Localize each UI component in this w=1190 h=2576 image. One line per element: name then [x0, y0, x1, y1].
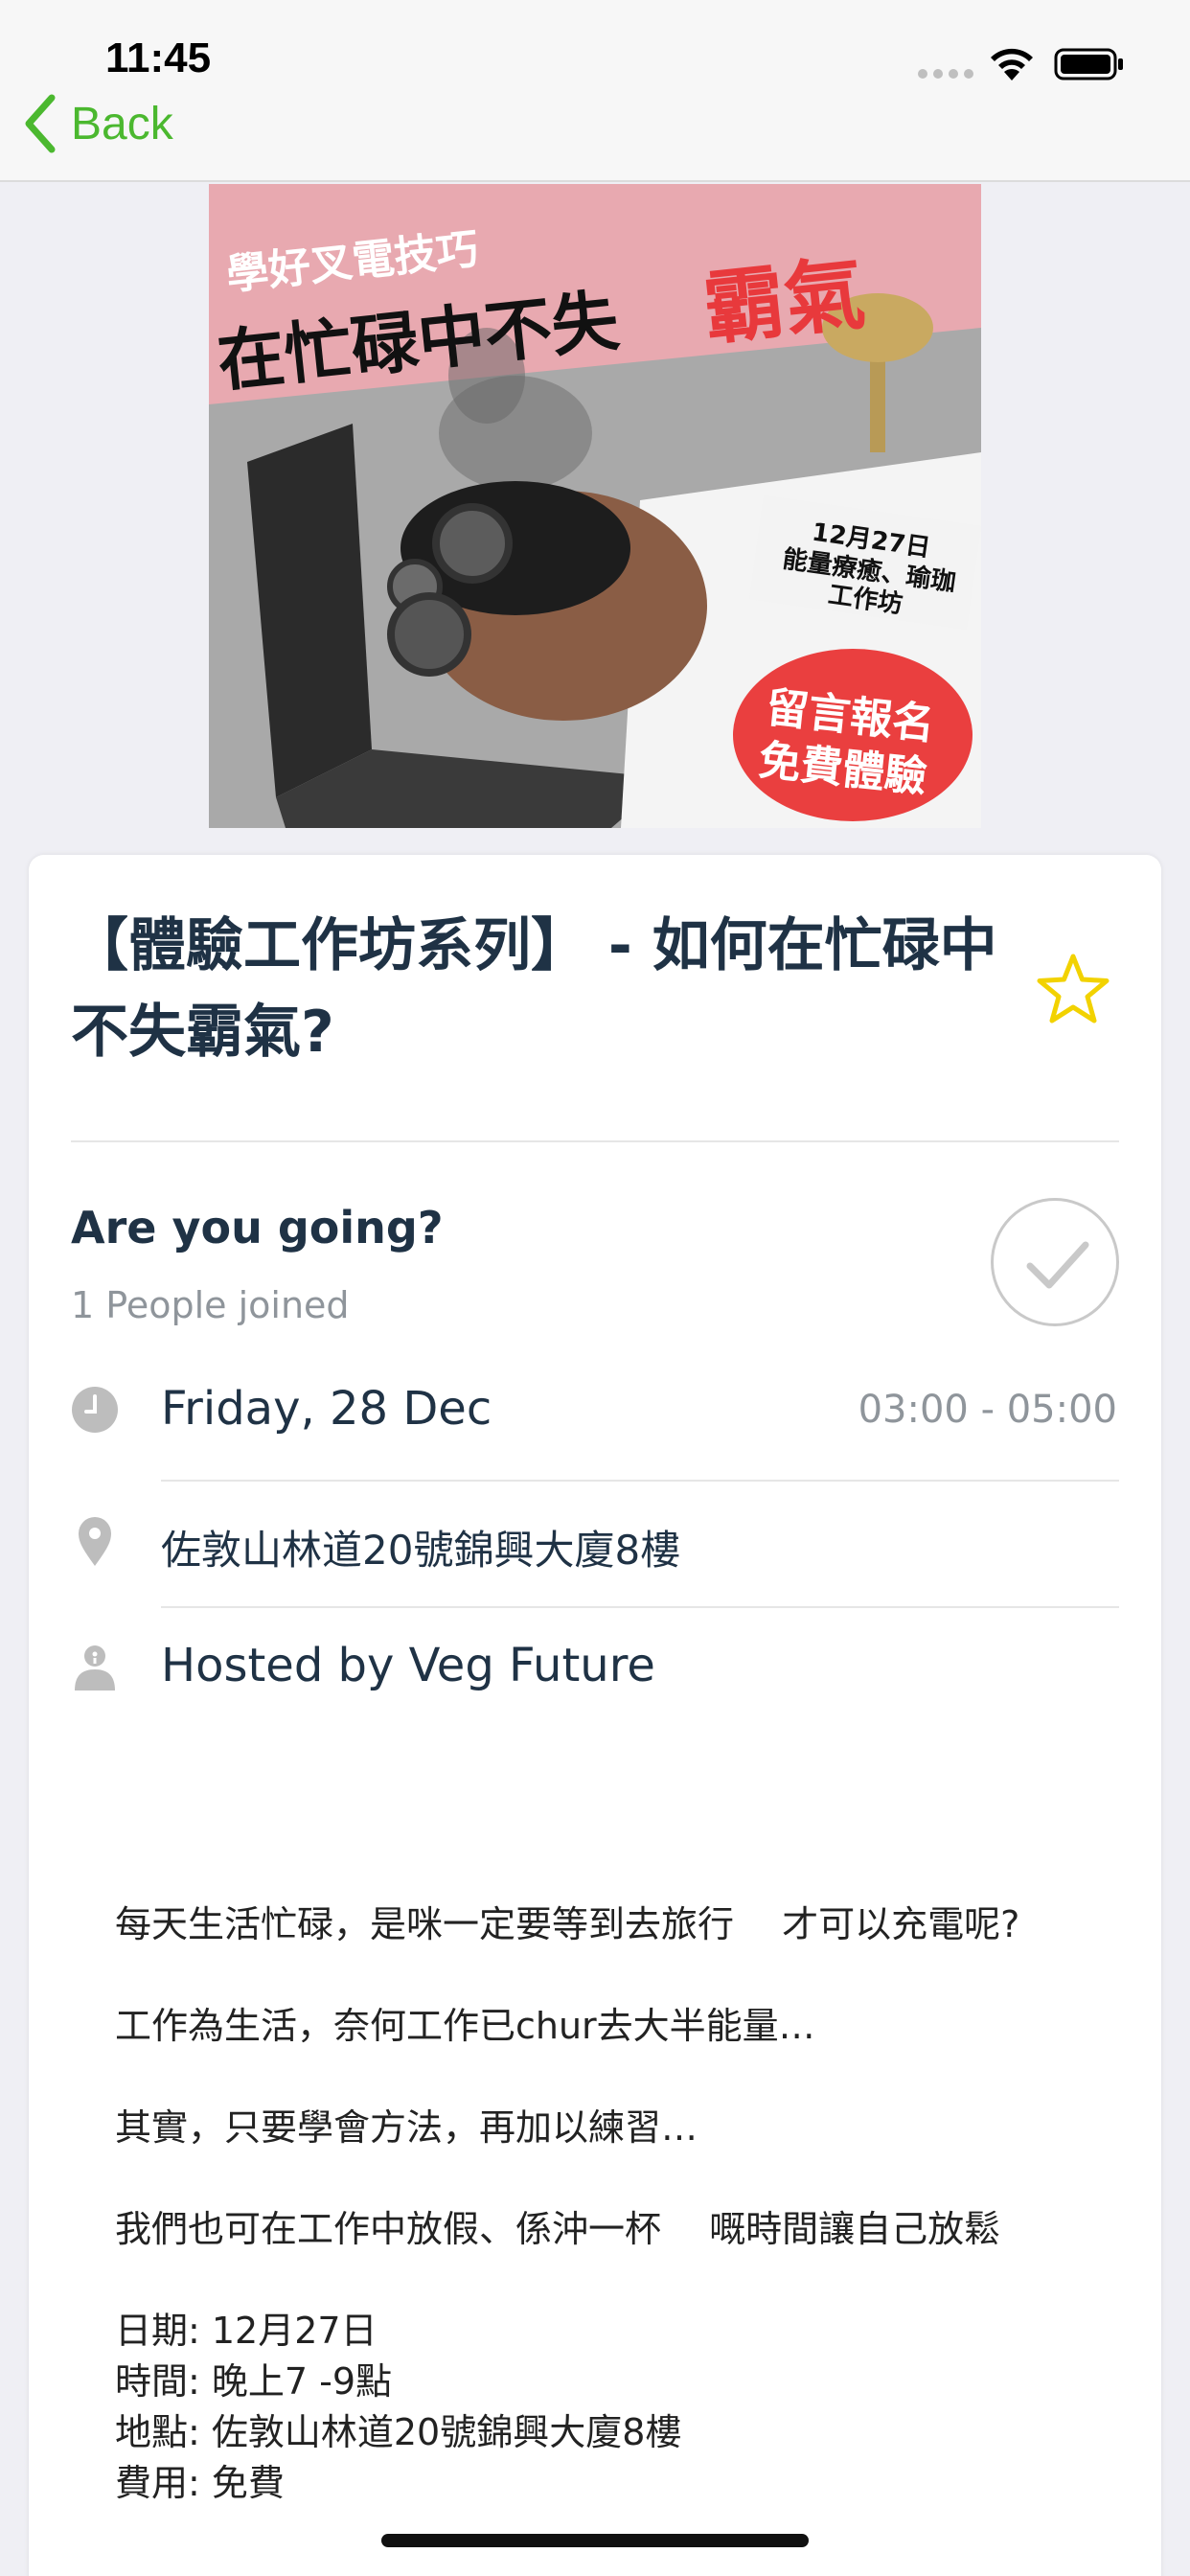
wifi-icon — [991, 48, 1033, 80]
divider — [71, 1140, 1119, 1142]
poster-line-2-accent: 霸氣 — [699, 246, 869, 356]
event-time-range: 03:00 - 05:00 — [858, 1388, 1117, 1432]
host-person-icon — [75, 1645, 115, 1690]
description-line: 地點: 佐敦山林道20號錦興大廈8樓 — [115, 2411, 682, 2453]
description-line: 時間: 晚上7 -9點 — [115, 2360, 393, 2403]
event-title: 【體驗工作坊系列】 - 如何在忙碌中不失霸氣? — [71, 912, 997, 1066]
back-button[interactable]: Back — [23, 90, 173, 157]
description-line — [115, 1950, 1111, 2001]
clock-icon — [72, 1387, 118, 1433]
status-time: 11:45 — [105, 34, 212, 81]
star-icon[interactable] — [1035, 951, 1111, 1027]
location-pin-icon — [79, 1517, 111, 1566]
description-line — [115, 2255, 1111, 2306]
divider — [161, 1480, 1119, 1482]
back-label: Back — [71, 98, 173, 150]
event-address[interactable]: 佐敦山林道20號錦興大廈8樓 — [161, 1518, 680, 1576]
description-line: 工作為生活，奈何工作已chur去大半能量… — [115, 2005, 815, 2047]
checkmark-icon — [1026, 1241, 1089, 1289]
event-date: Friday, 28 Dec — [161, 1382, 492, 1436]
cellular-signal-icon — [918, 69, 973, 79]
description-line — [115, 2052, 1111, 2103]
description-line: 我們也可在工作中放假、係沖一杯 嘅時間讓自己放鬆 — [115, 2208, 1001, 2250]
description-line: 其實，只要學會方法，再加以練習… — [115, 2106, 698, 2149]
description-line: 費用: 免費 — [115, 2462, 285, 2504]
navigation-bar: 11:45 Back — [0, 0, 1190, 182]
home-indicator[interactable] — [381, 2534, 809, 2547]
joined-count: 1 People joined — [71, 1284, 350, 1326]
rsvp-check-button[interactable] — [991, 1198, 1119, 1326]
description-line: 日期: 12月27日 — [115, 2310, 378, 2352]
chevron-left-icon — [25, 94, 56, 153]
rsvp-question: Are you going? — [71, 1202, 444, 1254]
divider — [161, 1606, 1119, 1608]
description-line — [115, 2153, 1111, 2204]
event-description: 每天生活忙碌，是咪一定要等到去旅行 才可以充電呢? 工作為生活，奈何工作已chu… — [115, 1899, 1111, 2509]
description-line: 每天生活忙碌，是咪一定要等到去旅行 才可以充電呢? — [115, 1903, 1020, 1945]
event-host: Hosted by Veg Future — [161, 1639, 655, 1692]
event-poster-image: 12月27日 能量療癒、瑜珈 工作坊 留言報名 免費體驗 學好叉電技巧 在忙碌中… — [209, 184, 981, 828]
event-detail-card: 【體驗工作坊系列】 - 如何在忙碌中不失霸氣? Are you going? 1… — [29, 855, 1161, 2576]
battery-icon — [1054, 48, 1123, 80]
